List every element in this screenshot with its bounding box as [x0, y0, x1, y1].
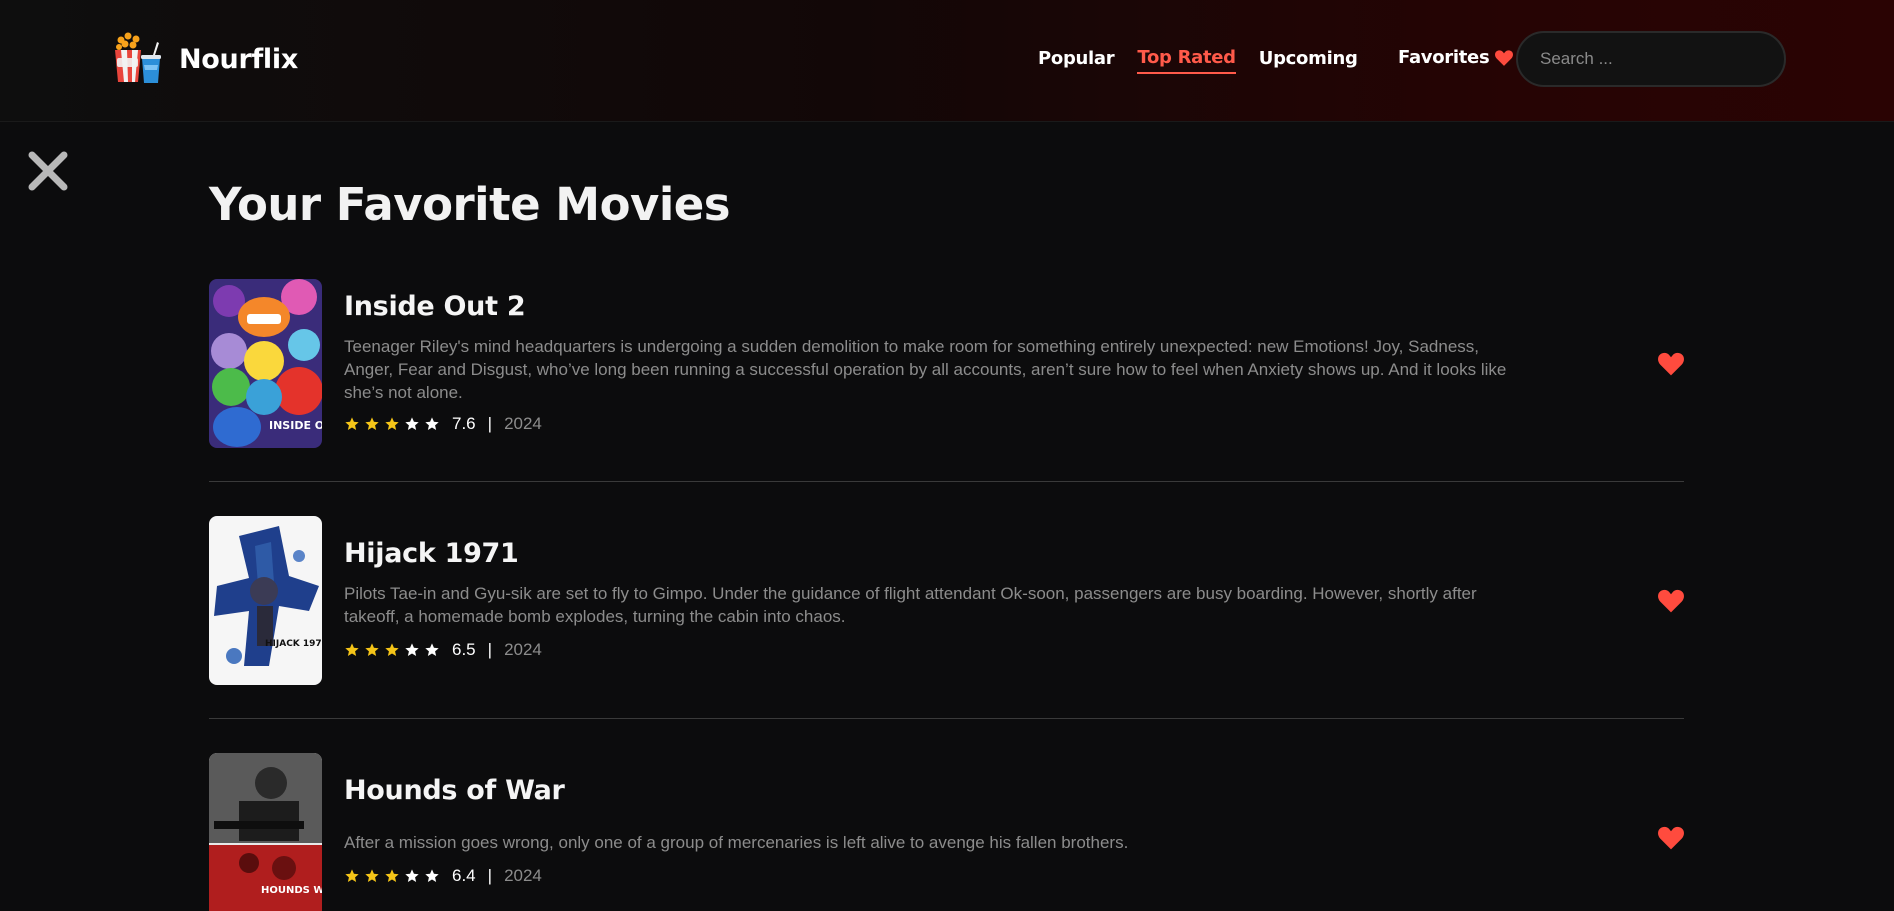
star-filled-icon — [345, 643, 359, 656]
star-empty-icon — [425, 643, 439, 656]
favorite-heart-icon[interactable] — [1658, 589, 1684, 613]
search-input[interactable] — [1516, 31, 1786, 87]
star-filled-icon — [365, 417, 379, 430]
nav-favorites[interactable]: Favorites — [1398, 47, 1514, 68]
rating-value: 7.6 — [452, 414, 476, 433]
star-empty-icon — [425, 417, 439, 430]
movie-overview: After a mission goes wrong, only one of … — [344, 833, 1129, 852]
meta-separator: | — [487, 866, 493, 885]
movie-item[interactable]: INSIDE OUT 2 Inside Out 2 Teenager Riley… — [209, 279, 1684, 449]
brand-logo[interactable]: Nourflix — [111, 32, 298, 86]
poster-title-text: HOUNDS WAR — [261, 885, 322, 896]
divider — [209, 718, 1684, 719]
favorite-heart-icon[interactable] — [1658, 826, 1684, 850]
star-filled-icon — [385, 643, 399, 656]
close-icon[interactable] — [26, 149, 70, 193]
favorites-label: Favorites — [1398, 47, 1490, 68]
divider — [209, 481, 1684, 482]
star-filled-icon — [365, 869, 379, 882]
movie-poster[interactable]: INSIDE OUT 2 — [209, 279, 322, 448]
movie-meta: 7.6 | 2024 — [344, 414, 542, 434]
movie-poster[interactable]: HIJACK 1971 — [209, 516, 322, 685]
star-filled-icon — [385, 869, 399, 882]
star-empty-icon — [425, 869, 439, 882]
star-empty-icon — [405, 417, 419, 430]
brand-name: Nourflix — [179, 43, 298, 75]
movie-overview: Teenager Riley's mind headquarters is un… — [344, 337, 1507, 402]
main-nav: Popular Top Rated Upcoming — [1038, 47, 1381, 74]
nav-upcoming[interactable]: Upcoming — [1259, 48, 1358, 73]
nav-popular[interactable]: Popular — [1038, 48, 1115, 73]
movie-item[interactable]: HIJACK 1971 Hijack 1971 Pilots Tae-in an… — [209, 516, 1684, 686]
movie-overview: Pilots Tae-in and Gyu-sik are set to fly… — [344, 584, 1477, 626]
page-title: Your Favorite Movies — [209, 178, 731, 231]
release-year: 2024 — [504, 866, 542, 885]
star-rating — [344, 868, 444, 884]
star-filled-icon — [385, 417, 399, 430]
rating-value: 6.5 — [452, 640, 476, 659]
meta-separator: | — [487, 414, 493, 433]
star-filled-icon — [345, 869, 359, 882]
poster-title-text: HIJACK 1971 — [265, 639, 322, 649]
movie-meta: 6.4 | 2024 — [344, 866, 542, 886]
star-rating — [344, 642, 444, 658]
star-empty-icon — [405, 643, 419, 656]
top-navbar: Nourflix Popular Top Rated Upcoming Favo… — [0, 0, 1894, 122]
star-filled-icon — [345, 417, 359, 430]
star-empty-icon — [405, 869, 419, 882]
movie-title[interactable]: Hounds of War — [344, 775, 565, 806]
star-rating — [344, 416, 444, 432]
movie-item[interactable]: HOUNDS WAR Hounds of War After a mission… — [209, 753, 1684, 911]
movie-title[interactable]: Inside Out 2 — [344, 291, 526, 322]
heart-icon — [1495, 49, 1514, 66]
release-year: 2024 — [504, 640, 542, 659]
rating-value: 6.4 — [452, 866, 476, 885]
popcorn-icon — [115, 32, 161, 83]
movie-meta: 6.5 | 2024 — [344, 640, 542, 660]
release-year: 2024 — [504, 414, 542, 433]
favorite-heart-icon[interactable] — [1658, 352, 1684, 376]
star-filled-icon — [365, 643, 379, 656]
meta-separator: | — [487, 640, 493, 659]
movie-title[interactable]: Hijack 1971 — [344, 538, 519, 569]
nav-top-rated[interactable]: Top Rated — [1137, 47, 1236, 74]
poster-title-text: INSIDE OUT 2 — [269, 419, 322, 432]
movie-poster[interactable]: HOUNDS WAR — [209, 753, 322, 911]
